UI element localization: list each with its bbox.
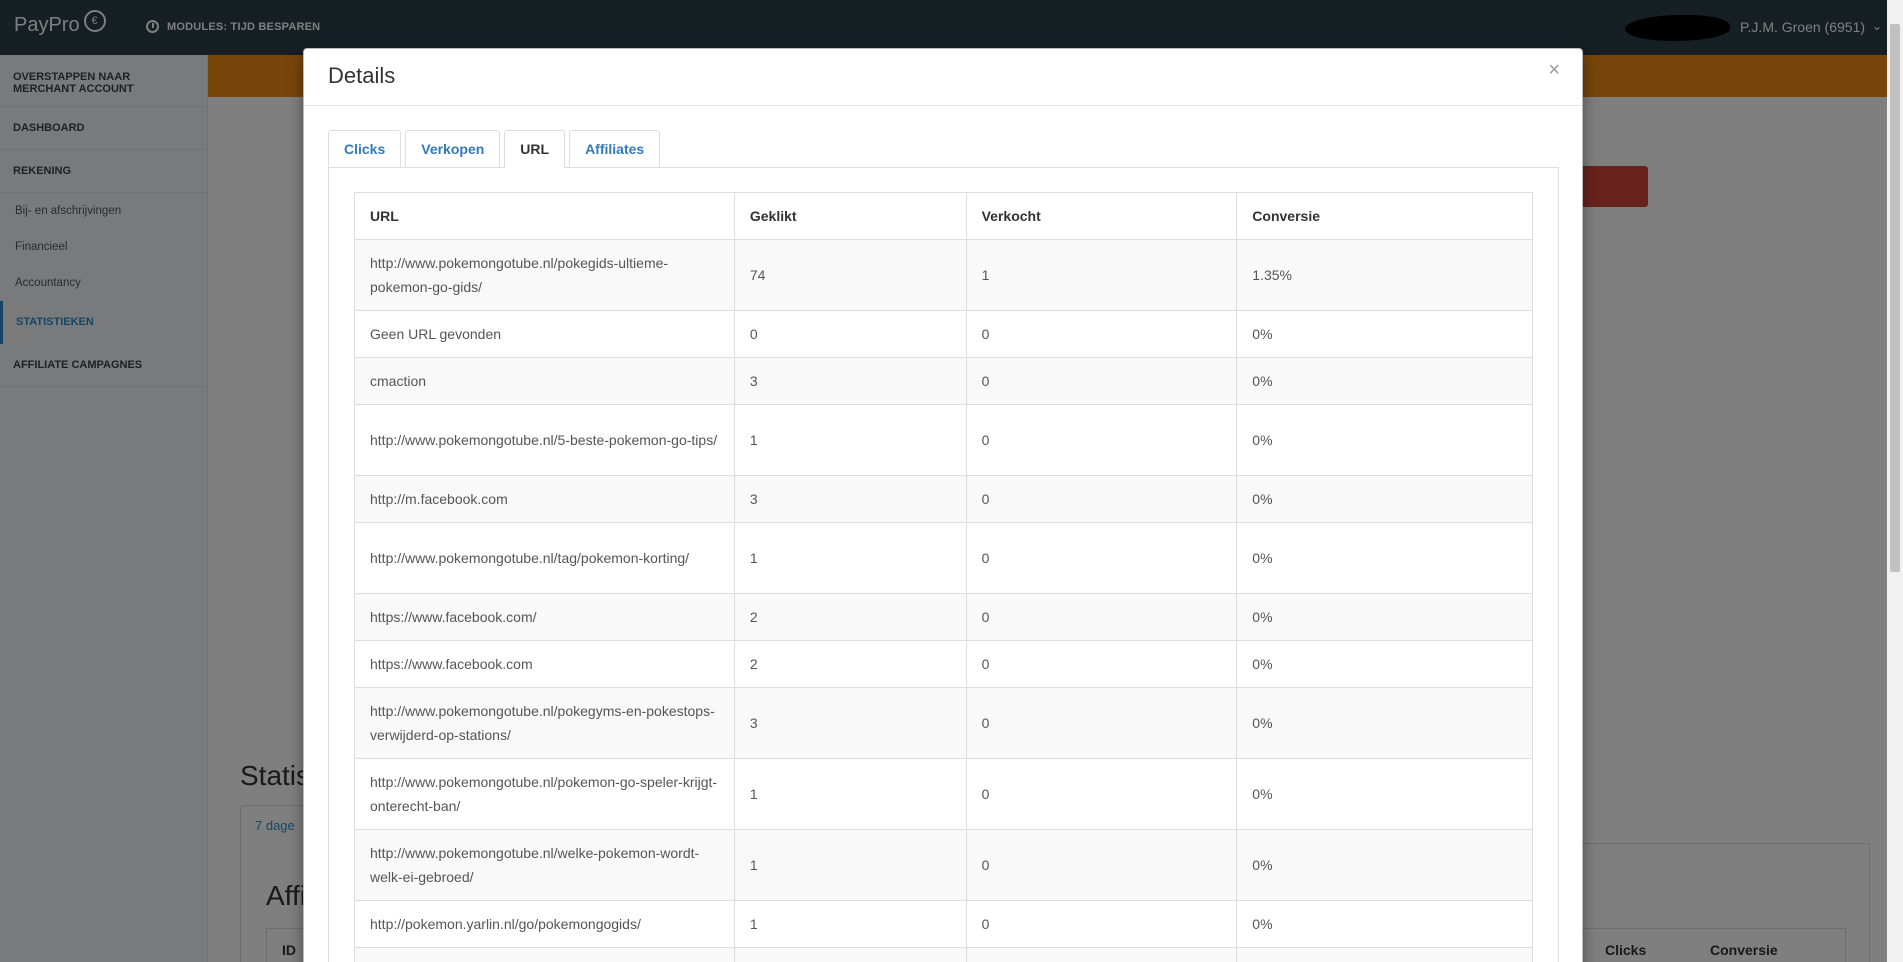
cell-conversie: 0%: [1236, 758, 1533, 830]
cell-verkocht: 0: [965, 404, 1238, 476]
col-verkocht: Verkocht: [965, 192, 1238, 240]
cell-url: http://www.pokemongotube.nl/pokemon-go-s…: [354, 758, 735, 830]
cell-geklikt: 0: [733, 310, 967, 358]
cell-verkocht: 0: [965, 758, 1238, 830]
table-row: http://www.pokemongotube.nl/pokegyms-en-…: [354, 687, 1533, 759]
cell-verkocht: 0: [965, 900, 1238, 948]
cell-verkocht: 0: [965, 640, 1238, 688]
cell-conversie: 0%: [1236, 593, 1533, 641]
cell-geklikt: 2: [733, 593, 967, 641]
tab-panel-url: URL Geklikt Verkocht Conversie http://ww…: [328, 167, 1559, 962]
cell-conversie: 0%: [1236, 900, 1533, 948]
cell-verkocht: 0: [965, 593, 1238, 641]
cell-url: Geen URL gevonden: [354, 310, 735, 358]
table-row: Geen URL gevonden 0 0 0%: [354, 310, 1533, 358]
cell-verkocht: 0: [965, 522, 1238, 594]
table-row: http://www.pokemongotube.nl/5-beste-poke…: [354, 404, 1533, 476]
cell-conversie: 0%: [1236, 310, 1533, 358]
close-icon[interactable]: ×: [1548, 59, 1560, 82]
tab-affiliates[interactable]: Affiliates: [569, 130, 661, 167]
cell-verkocht: 0: [965, 310, 1238, 358]
cell-url: cmaction: [354, 357, 735, 405]
cell-url: http://www.pokemongotube.nl/pokegyms-en-…: [354, 687, 735, 759]
cell-verkocht: 0: [965, 829, 1238, 901]
cell-url: https://www.facebook.com/: [354, 593, 735, 641]
table-row: [354, 947, 1533, 962]
cell-url: http://www.pokemongotube.nl/welke-pokemo…: [354, 829, 735, 901]
cell-conversie: 0%: [1236, 829, 1533, 901]
cell-geklikt: 1: [733, 404, 967, 476]
table-row: https://www.facebook.com 2 0 0%: [354, 640, 1533, 688]
cell-verkocht: 0: [965, 687, 1238, 759]
cell-conversie: 0%: [1236, 687, 1533, 759]
table-row: http://m.facebook.com 3 0 0%: [354, 475, 1533, 523]
cell-url: http://www.pokemongotube.nl/5-beste-poke…: [354, 404, 735, 476]
cell-geklikt: 3: [733, 687, 967, 759]
cell-conversie: 0%: [1236, 357, 1533, 405]
cell-verkocht: [965, 947, 1238, 962]
table-row: http://www.pokemongotube.nl/welke-pokemo…: [354, 829, 1533, 901]
cell-conversie: 1.35%: [1236, 239, 1533, 311]
cell-url: http://m.facebook.com: [354, 475, 735, 523]
cell-url: http://pokemon.yarlin.nl/go/pokemongogid…: [354, 900, 735, 948]
modal-header: Details ×: [304, 49, 1582, 106]
cell-geklikt: [733, 947, 967, 962]
tab-url[interactable]: URL: [504, 130, 566, 168]
cell-conversie: [1236, 947, 1533, 962]
details-modal: Details × Clicks Verkopen URL Affiliates…: [303, 48, 1583, 962]
cell-verkocht: 0: [965, 357, 1238, 405]
cell-url: http://www.pokemongotube.nl/tag/pokemon-…: [354, 522, 735, 594]
modal-title: Details: [328, 63, 396, 88]
cell-verkocht: 1: [965, 239, 1238, 311]
cell-verkocht: 0: [965, 475, 1238, 523]
url-table: URL Geklikt Verkocht Conversie http://ww…: [354, 192, 1533, 962]
col-geklikt: Geklikt: [733, 192, 967, 240]
cell-conversie: 0%: [1236, 404, 1533, 476]
cell-conversie: 0%: [1236, 522, 1533, 594]
table-header-row: URL Geklikt Verkocht Conversie: [354, 192, 1533, 240]
cell-geklikt: 1: [733, 900, 967, 948]
scrollbar-thumb[interactable]: [1890, 24, 1900, 572]
col-conversie: Conversie: [1236, 192, 1533, 240]
cell-geklikt: 3: [733, 475, 967, 523]
cell-conversie: 0%: [1236, 475, 1533, 523]
cell-url: [354, 947, 735, 962]
cell-geklikt: 3: [733, 357, 967, 405]
cell-geklikt: 1: [733, 829, 967, 901]
table-row: https://www.facebook.com/ 2 0 0%: [354, 593, 1533, 641]
tab-verkopen[interactable]: Verkopen: [405, 130, 501, 167]
table-row: cmaction 3 0 0%: [354, 357, 1533, 405]
col-url: URL: [354, 192, 735, 240]
cell-geklikt: 74: [733, 239, 967, 311]
cell-url: http://www.pokemongotube.nl/pokegids-ult…: [354, 239, 735, 311]
cell-geklikt: 1: [733, 758, 967, 830]
cell-geklikt: 1: [733, 522, 967, 594]
cell-geklikt: 2: [733, 640, 967, 688]
table-row: http://www.pokemongotube.nl/pokegids-ult…: [354, 239, 1533, 311]
table-row: http://www.pokemongotube.nl/tag/pokemon-…: [354, 522, 1533, 594]
cell-url: https://www.facebook.com: [354, 640, 735, 688]
tab-clicks[interactable]: Clicks: [328, 130, 402, 167]
table-row: http://pokemon.yarlin.nl/go/pokemongogid…: [354, 900, 1533, 948]
cell-conversie: 0%: [1236, 640, 1533, 688]
modal-tabs: Clicks Verkopen URL Affiliates: [328, 130, 664, 168]
table-row: http://www.pokemongotube.nl/pokemon-go-s…: [354, 758, 1533, 830]
